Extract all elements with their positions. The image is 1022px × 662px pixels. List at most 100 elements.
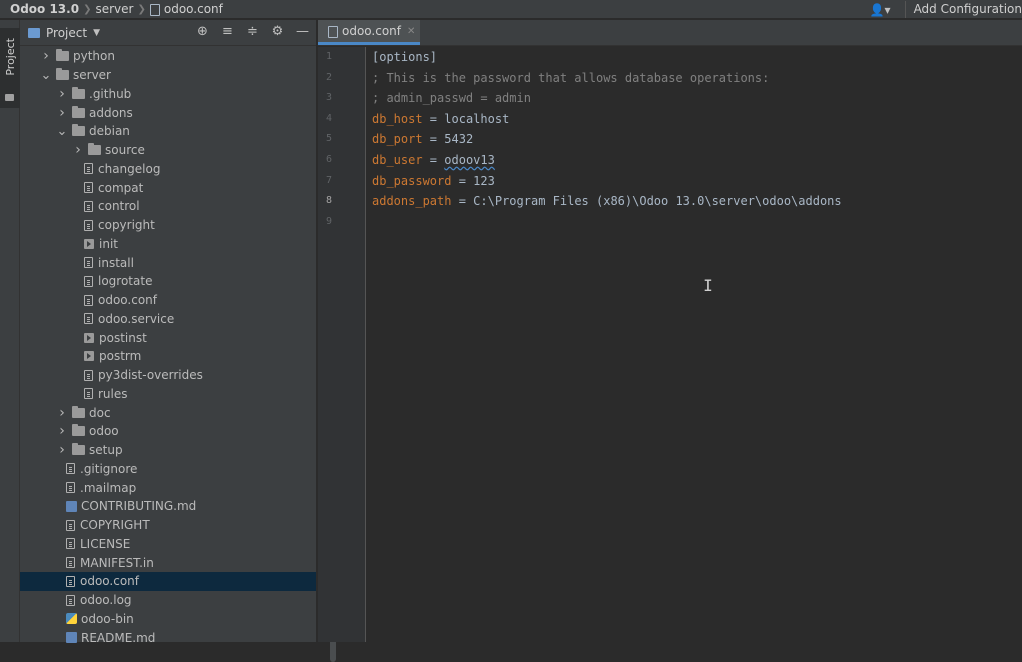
tree-item-label: odoo.conf <box>80 574 140 589</box>
tree-item[interactable]: odoo.service <box>20 310 316 329</box>
chevron-right-icon[interactable]: › <box>40 48 52 64</box>
tree-item[interactable]: odoo-bin <box>20 610 316 629</box>
file-icon <box>328 26 338 38</box>
python-file-icon <box>66 613 77 625</box>
locate-file-icon[interactable]: ⊕ <box>195 24 210 40</box>
tree-item[interactable]: › setup <box>20 441 316 460</box>
file-icon <box>66 557 75 569</box>
chevron-down-icon[interactable]: ⌄ <box>40 68 52 83</box>
tree-item-label: logrotate <box>98 274 153 289</box>
tree-item[interactable]: odoo.conf <box>20 572 316 591</box>
line-number: 3 <box>325 92 332 104</box>
tree-item-label: doc <box>89 405 111 420</box>
tree-item[interactable]: control <box>20 197 316 216</box>
hide-panel-icon[interactable]: — <box>295 24 310 40</box>
add-configuration-button[interactable]: Add Configuration <box>904 1 1022 18</box>
tree-item[interactable]: MANIFEST.in <box>20 553 316 572</box>
tree-item[interactable]: .gitignore <box>20 460 316 479</box>
project-tool-tab-label: Project <box>4 38 17 76</box>
code-line: ; This is the password that allows datab… <box>372 68 1012 89</box>
tree-item[interactable]: install <box>20 253 316 272</box>
tree-item[interactable]: README.md <box>20 628 316 647</box>
file-icon <box>66 538 75 550</box>
breadcrumb-project[interactable]: Odoo 13.0 <box>10 2 79 16</box>
tree-item[interactable]: .mailmap <box>20 478 316 497</box>
tree-item[interactable]: odoo.log <box>20 591 316 610</box>
tree-item[interactable]: › .github <box>20 85 316 104</box>
collapse-all-icon[interactable]: ≑ <box>245 24 260 40</box>
chevron-right-icon[interactable]: › <box>56 86 68 102</box>
tree-item-label: install <box>98 255 134 270</box>
tree-item-label: source <box>105 143 145 158</box>
gear-icon[interactable]: ⚙ <box>270 24 285 40</box>
chevron-right-icon[interactable]: › <box>72 142 84 158</box>
equals-sign: = <box>422 152 445 167</box>
chevron-down-icon[interactable]: ⌄ <box>56 124 68 139</box>
tree-item[interactable]: › odoo <box>20 422 316 441</box>
file-icon <box>84 369 93 381</box>
navigation-bar: Odoo 13.0 ❯ server ❯ odoo.conf 👤▾ Add Co… <box>0 0 1022 19</box>
chevron-right-icon[interactable]: › <box>56 423 68 439</box>
tree-item[interactable]: CONTRIBUTING.md <box>20 497 316 516</box>
tree-item-label: CONTRIBUTING.md <box>81 499 197 514</box>
file-icon <box>84 200 93 212</box>
config-key: db_user <box>372 152 423 167</box>
tree-item[interactable]: LICENSE <box>20 535 316 554</box>
tree-item[interactable]: COPYRIGHT <box>20 516 316 535</box>
file-icon <box>84 294 93 306</box>
executable-file-icon <box>84 238 94 249</box>
chevron-right-icon[interactable]: › <box>56 442 68 458</box>
tree-item[interactable]: › addons <box>20 103 316 122</box>
line-number: 9 <box>325 215 332 227</box>
tree-item[interactable]: ⌄ debian <box>20 122 316 141</box>
code-line: db_user = odoov13 <box>372 150 1012 171</box>
tree-item[interactable]: › python <box>20 47 316 66</box>
breadcrumb-folder[interactable]: server <box>95 2 133 16</box>
chevron-right-icon[interactable]: › <box>56 405 68 421</box>
tree-item-label: debian <box>89 124 130 139</box>
file-icon <box>84 219 93 231</box>
tree-item[interactable]: ⌄ server <box>20 66 316 85</box>
tree-item-label: .mailmap <box>80 480 137 495</box>
user-icon[interactable]: 👤▾ <box>870 3 891 17</box>
code-line: db_port = 5432 <box>372 129 1012 150</box>
project-view-selector[interactable]: Project <box>46 26 87 40</box>
close-icon[interactable]: ✕ <box>407 26 415 37</box>
file-icon <box>66 463 75 475</box>
folder-icon <box>88 143 101 156</box>
tree-item[interactable]: rules <box>20 385 316 404</box>
tree-item[interactable]: init <box>20 235 316 254</box>
file-icon <box>66 482 75 494</box>
tree-item[interactable]: odoo.conf <box>20 291 316 310</box>
chevron-right-icon[interactable]: › <box>56 105 68 121</box>
breadcrumb-file[interactable]: odoo.conf <box>164 2 223 16</box>
tab-odoo-conf[interactable]: odoo.conf ✕ <box>318 20 420 45</box>
tree-item-label: addons <box>89 105 133 120</box>
tree-item-label: LICENSE <box>80 536 131 551</box>
config-value: localhost <box>444 111 510 126</box>
config-value: odoov13 <box>444 152 495 167</box>
tree-item-label: init <box>99 236 118 251</box>
tree-item[interactable]: postrm <box>20 347 316 366</box>
folder-icon <box>72 124 85 137</box>
code-line: [options] <box>372 47 1012 68</box>
tree-item-label: copyright <box>98 218 155 233</box>
tree-item[interactable]: postinst <box>20 328 316 347</box>
tree-item[interactable]: copyright <box>20 216 316 235</box>
tree-item[interactable]: › doc <box>20 403 316 422</box>
tree-item[interactable]: changelog <box>20 160 316 179</box>
chevron-down-icon[interactable]: ▼ <box>93 28 100 38</box>
tree-item[interactable]: logrotate <box>20 272 316 291</box>
code-editor[interactable]: [options] ; This is the password that al… <box>367 47 1022 642</box>
project-tool-tab[interactable]: Project <box>0 28 20 108</box>
tree-item-label: .github <box>89 86 132 101</box>
tree-item-label: postinst <box>99 330 147 345</box>
tree-item[interactable]: › source <box>20 141 316 160</box>
tree-item[interactable]: py3dist-overrides <box>20 366 316 385</box>
line-number: 2 <box>325 71 332 83</box>
tree-item[interactable]: compat <box>20 178 316 197</box>
expand-all-icon[interactable]: ≡ <box>220 24 235 40</box>
file-icon <box>66 594 75 606</box>
tree-item-label: control <box>98 199 140 214</box>
executable-file-icon <box>84 351 94 362</box>
